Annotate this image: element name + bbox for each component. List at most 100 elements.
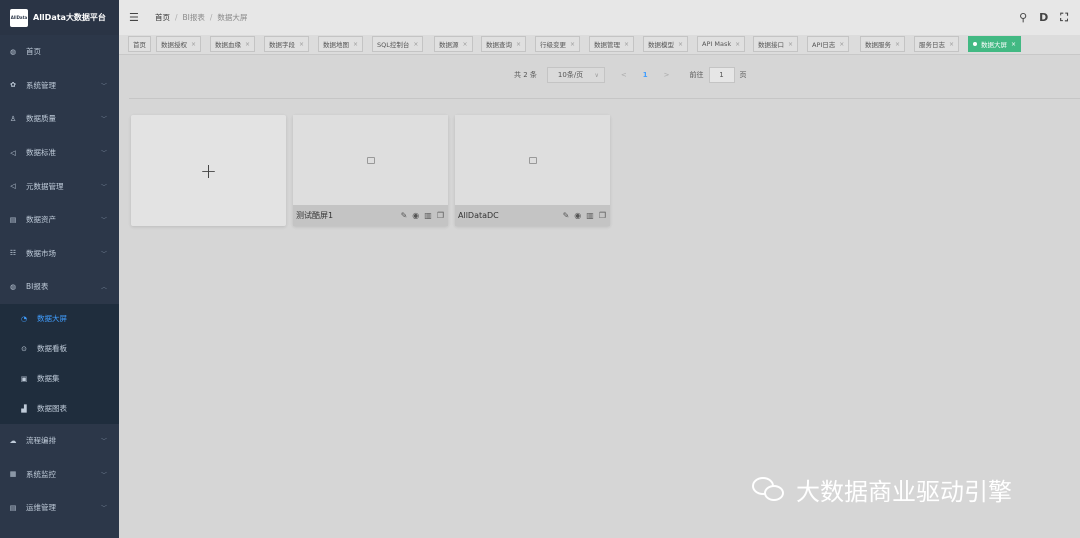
sidebar-item-standard[interactable]: ◁ 数据标准 ﹀ (0, 136, 119, 170)
tag-row-change[interactable]: 行级变更 × (535, 36, 581, 52)
tag-api-log[interactable]: API日志 × (807, 36, 850, 52)
close-icon[interactable]: × (191, 41, 196, 48)
chevron-down-icon: ﹀ (100, 438, 107, 446)
add-screen-card[interactable]: + (131, 115, 286, 226)
doc-icon[interactable]: D (1039, 11, 1048, 24)
tag-data-screen[interactable]: 数据大屏 × (968, 36, 1022, 52)
eye-icon[interactable]: ◉ (412, 211, 419, 220)
page-unit-label: 页 (739, 71, 747, 79)
sidebar-item-dataset[interactable]: ▣ 数据集 (0, 364, 119, 394)
close-icon[interactable]: × (516, 41, 521, 48)
tag-data-auth[interactable]: 数据授权 × (156, 36, 202, 52)
sidebar-item-label: BI报表 (26, 282, 49, 292)
breadcrumb-bi: BI报表 (182, 13, 205, 22)
tag-home[interactable]: 首页 (128, 36, 151, 52)
copy-icon[interactable]: ❐ (599, 211, 606, 220)
breadcrumb: 首页 / BI报表 / 数据大屏 (155, 12, 247, 23)
sidebar-item-monitor[interactable]: ▦ 系统监控 ﹀ (0, 457, 119, 491)
app-title: AllData大数据平台 (33, 13, 106, 22)
card-actions: ✎ ◉ ▥ ❐ (558, 211, 606, 220)
eye-icon[interactable]: ◉ (574, 211, 581, 220)
tag-data-service[interactable]: 数据服务 × (860, 36, 906, 52)
sidebar-item-label: 数据集 (37, 374, 60, 384)
card-footer: AllDataDC ✎ ◉ ▥ ❐ (455, 205, 610, 226)
goto-page-input[interactable]: 1 (708, 67, 735, 83)
image-placeholder-icon (528, 156, 537, 164)
prev-page-button[interactable]: < (621, 71, 627, 79)
close-icon[interactable]: × (949, 41, 954, 48)
gear-icon: ✿ (10, 81, 16, 90)
close-icon[interactable]: × (624, 41, 629, 48)
sidebar-item-chart[interactable]: ▟ 数据图表 (0, 394, 119, 424)
sidebar-item-flow[interactable]: ☁ 流程编排 ﹀ (0, 424, 119, 458)
sidebar-item-assets[interactable]: ▤ 数据资产 ﹀ (0, 203, 119, 237)
close-icon[interactable]: × (678, 41, 683, 48)
tag-label: 行级变更 (540, 41, 566, 49)
fullscreen-icon[interactable]: ⛶ (1060, 11, 1068, 25)
trash-icon[interactable]: ▥ (424, 211, 432, 220)
app-logo[interactable]: AllData AllData大数据平台 (0, 0, 119, 35)
edit-icon[interactable]: ✎ (401, 211, 408, 220)
screen-card[interactable]: 测试酷屏1 ✎ ◉ ▥ ❐ (293, 115, 448, 226)
sidebar-item-label: 数据质量 (26, 114, 56, 124)
sidebar-item-system[interactable]: ✿ 系统管理 ﹀ (0, 69, 119, 103)
close-icon[interactable]: × (353, 41, 358, 48)
tag-api[interactable]: 数据接口 × (753, 36, 799, 52)
sidebar-item-label: 数据资产 (26, 215, 56, 225)
screen-card[interactable]: AllDataDC ✎ ◉ ▥ ❐ (455, 115, 610, 226)
tag-lineage[interactable]: 数据血缘 × (210, 36, 256, 52)
sidebar-item-market[interactable]: ☷ 数据市场 ﹀ (0, 237, 119, 271)
close-icon[interactable]: × (245, 41, 250, 48)
tag-data-manage[interactable]: 数据管理 × (589, 36, 635, 52)
close-icon[interactable]: × (839, 41, 844, 48)
close-icon[interactable]: × (788, 41, 793, 48)
close-icon[interactable]: × (570, 41, 575, 48)
sidebar-item-label: 元数据管理 (26, 181, 64, 191)
tag-api-mask[interactable]: API Mask × (697, 36, 746, 52)
tag-data-model[interactable]: 数据模型 × (643, 36, 689, 52)
sidebar-item-home[interactable]: ◍ 首页 (0, 35, 119, 69)
hamburger-icon[interactable]: ☰ (129, 11, 143, 24)
breadcrumb-home[interactable]: 首页 (155, 12, 170, 23)
sidebar-item-dashboard[interactable]: ⊙ 数据看板 (0, 334, 119, 364)
tag-data-map[interactable]: 数据地图 × (318, 36, 364, 52)
sidebar-item-ops[interactable]: ▤ 运维管理 ﹀ (0, 491, 119, 525)
trash-icon[interactable]: ▥ (586, 211, 594, 220)
copy-icon[interactable]: ❐ (437, 211, 444, 220)
tag-datasource[interactable]: 数据源 × (434, 36, 473, 52)
close-icon[interactable]: × (1011, 41, 1016, 48)
active-dot (973, 42, 977, 46)
dashboard-icon: ◍ (9, 47, 17, 56)
document-icon: ▤ (9, 215, 17, 224)
screen-thumbnail[interactable] (293, 115, 448, 205)
page-number[interactable]: 1 (643, 71, 648, 79)
clock-icon: ⊙ (21, 344, 27, 353)
top-navbar: ☰ 首页 / BI报表 / 数据大屏 ⚲ D ⛶ (119, 0, 1080, 35)
next-page-button[interactable]: > (664, 71, 670, 79)
edit-icon[interactable]: ✎ (563, 211, 570, 220)
tag-fields[interactable]: 数据字段 × (264, 36, 310, 52)
card-actions: ✎ ◉ ▥ ❐ (396, 211, 444, 220)
sidebar-item-bi[interactable]: ◍ BI报表 ︿ (0, 270, 119, 304)
sidebar-item-label: 系统监控 (26, 469, 56, 479)
close-icon[interactable]: × (735, 41, 740, 48)
breadcrumb-current: 数据大屏 (217, 13, 248, 22)
sidebar-item-quality[interactable]: ♙ 数据质量 ﹀ (0, 102, 119, 136)
search-icon[interactable]: ⚲ (1019, 11, 1027, 24)
breadcrumb-separator: / (209, 13, 213, 22)
close-icon[interactable]: × (895, 41, 900, 48)
tag-label: 数据血缘 (215, 41, 241, 49)
tag-service-log[interactable]: 服务日志 × (914, 36, 960, 52)
tag-query[interactable]: 数据查询 × (481, 36, 527, 52)
tag-label: API Mask (702, 40, 732, 48)
tag-sql-console[interactable]: SQL控制台 × (372, 36, 424, 52)
close-icon[interactable]: × (299, 41, 304, 48)
sidebar-item-metadata[interactable]: ◁ 元数据管理 ﹀ (0, 169, 119, 203)
card-footer: 测试酷屏1 ✎ ◉ ▥ ❐ (293, 205, 448, 226)
sidebar-item-data-screen[interactable]: ◔ 数据大屏 (0, 304, 119, 334)
close-icon[interactable]: × (463, 41, 468, 48)
close-icon[interactable]: × (413, 41, 418, 48)
page-size-select[interactable]: 10条/页 ∨ (546, 67, 605, 83)
navbar-actions: ⚲ D ⛶ (1019, 0, 1080, 35)
screen-thumbnail[interactable] (455, 115, 610, 205)
